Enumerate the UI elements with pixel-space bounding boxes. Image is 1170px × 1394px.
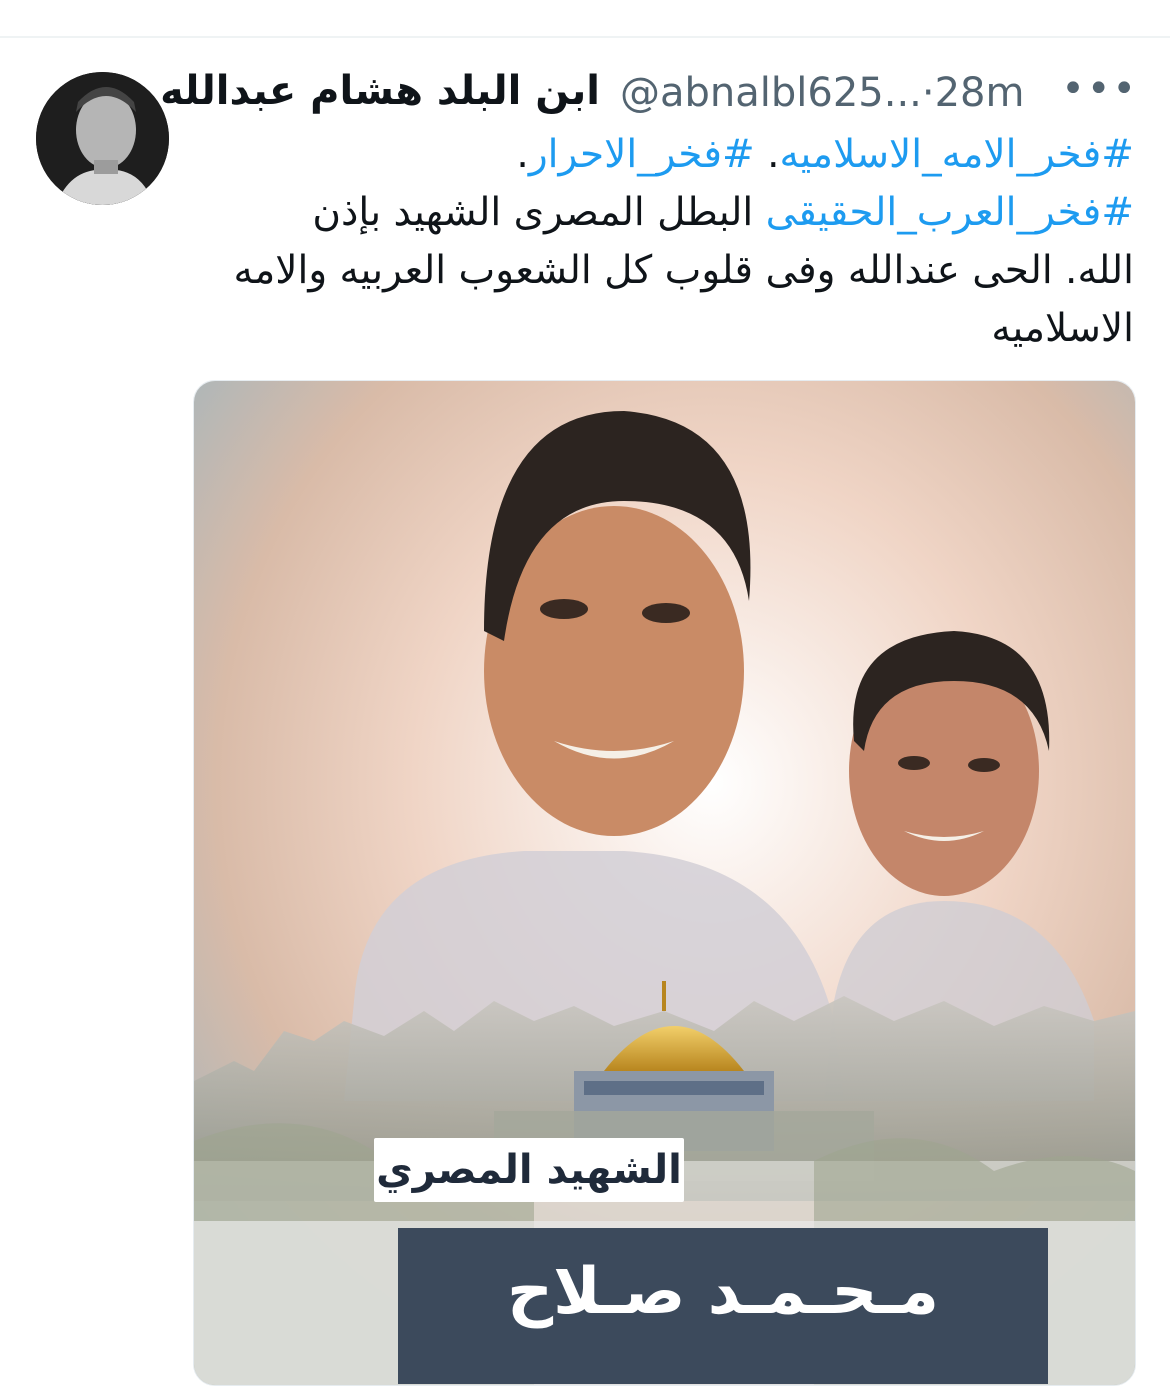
- handle-text: @abnalbl625...: [620, 70, 922, 116]
- hashtag-link[interactable]: #فخر_الامه_الاسلاميه: [780, 132, 1135, 177]
- tweet-text-line: #فخر_الامه_الاسلاميه. #فخر_الاحرار.: [189, 126, 1134, 184]
- tweet-text-segment: .: [516, 132, 529, 177]
- author-handle[interactable]: @abnalbl625...·28m: [620, 70, 1024, 116]
- author-avatar[interactable]: [36, 72, 169, 205]
- tweet-text-segment: .: [754, 132, 780, 177]
- hashtag-link[interactable]: #فخر_العرب_الحقيقى: [766, 190, 1134, 235]
- poster-caption-name: مـحـمـد صـلاح: [398, 1228, 1048, 1384]
- tweet-text-segment: البطل المصرى الشهيد بإذن: [312, 190, 766, 235]
- hashtag-link[interactable]: #فخر_الاحرار: [529, 132, 755, 177]
- top-divider: [0, 36, 1170, 38]
- avatar-image: [36, 72, 169, 205]
- more-options-icon[interactable]: •••: [1061, 66, 1138, 112]
- tweet-text: #فخر_الامه_الاسلاميه. #فخر_الاحرار. #فخر_…: [189, 126, 1134, 358]
- poster-caption-subtitle: الشهيد المصري: [374, 1138, 684, 1202]
- tweet-text-segment: الله. الحى عندالله وفى قلوب كل الشعوب ال…: [233, 248, 1134, 293]
- tweet-text-line: الله. الحى عندالله وفى قلوب كل الشعوب ال…: [189, 242, 1134, 300]
- meta-separator: ·: [921, 70, 935, 116]
- tweet-header: ابن البلد هشام عبدالله @abnalbl625...·28…: [160, 62, 1040, 126]
- tweet-text-line: الاسلاميه: [189, 300, 1134, 358]
- tweet-text-segment: الاسلاميه: [991, 306, 1134, 351]
- tweet-time[interactable]: 28m: [935, 70, 1025, 116]
- author-name[interactable]: ابن البلد هشام عبدالله: [160, 68, 600, 114]
- tweet-text-line: #فخر_العرب_الحقيقى البطل المصرى الشهيد ب…: [189, 184, 1134, 242]
